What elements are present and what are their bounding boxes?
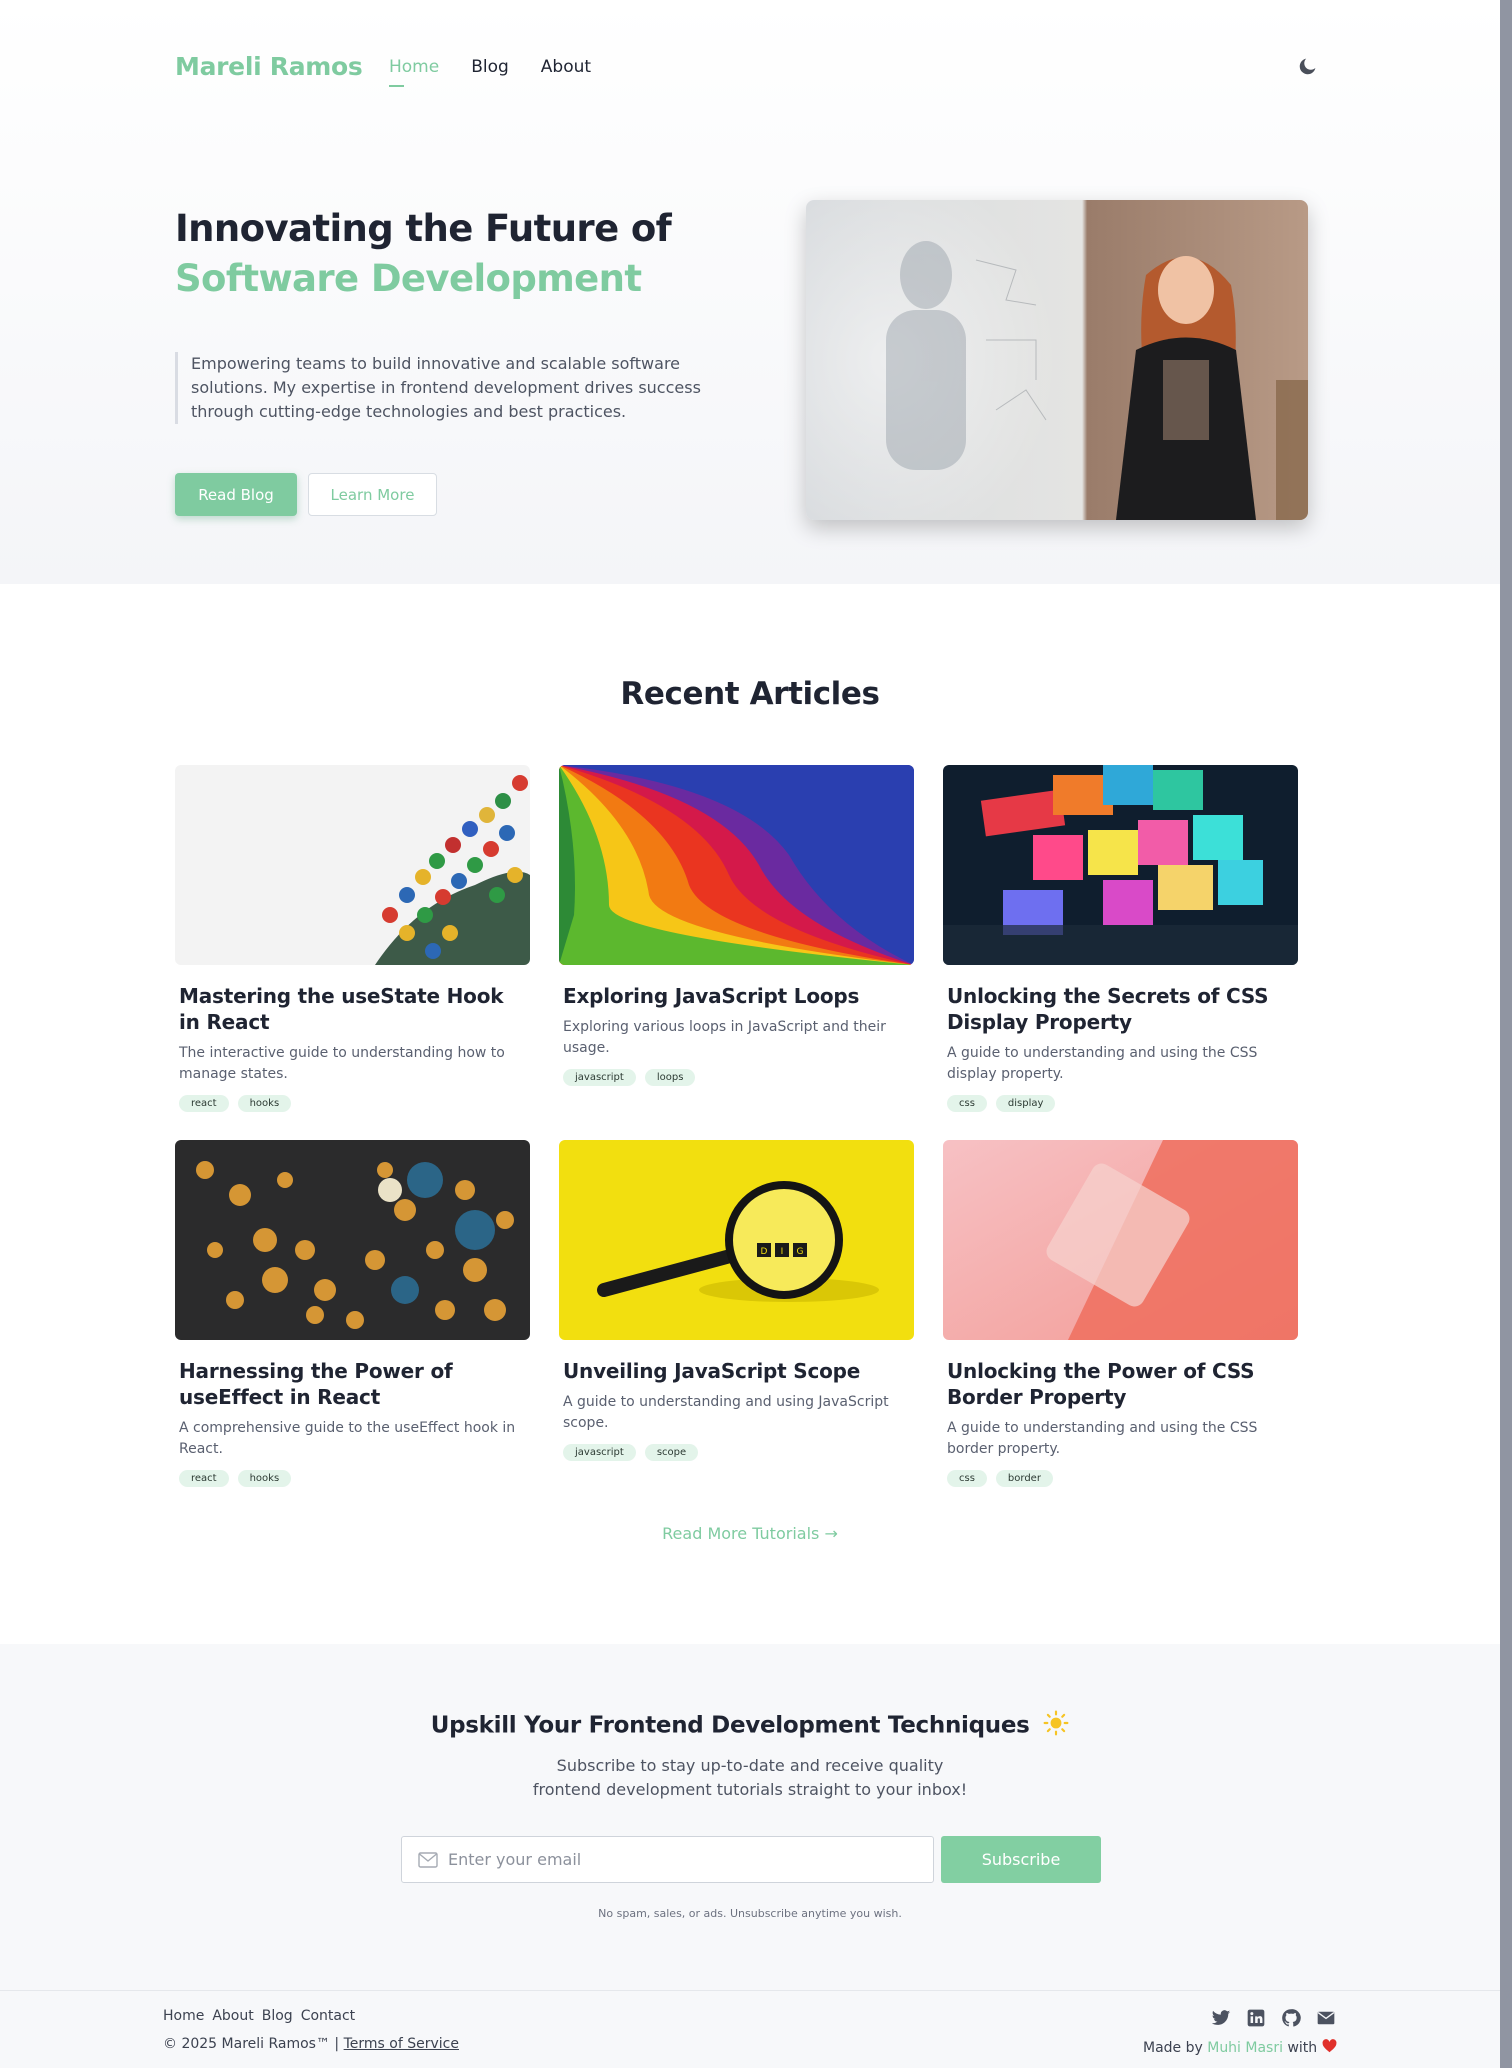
- article-tags: react hooks: [179, 1470, 526, 1487]
- article-description: The interactive guide to understanding h…: [179, 1045, 505, 1082]
- social-links: [1211, 2008, 1336, 2028]
- article-card[interactable]: Unlocking the Secrets of CSS Display Pro…: [943, 765, 1298, 1112]
- copyright-text: © 2025 Mareli Ramos™ |: [163, 2036, 340, 2052]
- email-input[interactable]: [448, 1850, 908, 1869]
- tag[interactable]: javascript: [563, 1069, 636, 1086]
- sun-icon: [1043, 1710, 1069, 1742]
- nav-about[interactable]: About: [541, 57, 591, 77]
- subscribe-button[interactable]: Subscribe: [941, 1836, 1101, 1883]
- footer-link-home[interactable]: Home: [163, 2008, 204, 2024]
- article-thumbnail-bokeh: [175, 1140, 530, 1340]
- article-title[interactable]: Exploring JavaScript Loops: [563, 983, 910, 1009]
- page: Mareli Ramos Home Blog About Innovating …: [0, 0, 1500, 2068]
- newsletter-description: Subscribe to stay up-to-date and receive…: [500, 1754, 1000, 1802]
- hero-title: Innovating the Future of Software Develo…: [175, 204, 672, 304]
- article-title[interactable]: Unveiling JavaScript Scope: [563, 1358, 910, 1384]
- linkedin-icon[interactable]: [1246, 2008, 1266, 2028]
- article-tags: javascript loops: [563, 1069, 910, 1086]
- article-card[interactable]: Exploring JavaScript Loops Exploring var…: [559, 765, 914, 1086]
- article-title[interactable]: Unlocking the Secrets of CSS Display Pro…: [947, 983, 1294, 1035]
- svg-text:I: I: [781, 1247, 784, 1257]
- site-logo[interactable]: Mareli Ramos: [175, 52, 363, 81]
- article-thumbnail-lights: [175, 765, 530, 965]
- tag[interactable]: hooks: [237, 1095, 292, 1112]
- made-by-suffix: with: [1287, 2040, 1318, 2056]
- tag[interactable]: loops: [644, 1069, 696, 1086]
- newsletter-section: Upskill Your Frontend Development Techni…: [0, 1644, 1500, 1990]
- svg-text:D: D: [761, 1247, 768, 1257]
- nav-blog[interactable]: Blog: [471, 57, 509, 77]
- article-title[interactable]: Harnessing the Power of useEffect in Rea…: [179, 1358, 526, 1410]
- footer-links: Home About Blog Contact: [163, 2008, 355, 2024]
- made-by-prefix: Made by: [1143, 2040, 1203, 2056]
- nav-home[interactable]: Home: [389, 57, 439, 87]
- main-nav: Home Blog About: [389, 57, 591, 87]
- article-description: A comprehensive guide to the useEffect h…: [179, 1420, 516, 1457]
- read-blog-button[interactable]: Read Blog: [175, 473, 297, 516]
- article-description: A guide to understanding and using the C…: [947, 1420, 1258, 1457]
- tag[interactable]: css: [947, 1470, 987, 1487]
- tag[interactable]: react: [179, 1470, 229, 1487]
- article-description: A guide to understanding and using JavaS…: [563, 1394, 889, 1431]
- heart-icon: [1322, 2039, 1337, 2057]
- made-by: Made by Muhi Masri with: [1143, 2039, 1337, 2057]
- hero-photo: [806, 200, 1308, 520]
- twitter-icon[interactable]: [1211, 2008, 1231, 2028]
- article-tags: css display: [947, 1095, 1294, 1112]
- article-description: A guide to understanding and using the C…: [947, 1045, 1258, 1082]
- tag[interactable]: border: [995, 1470, 1053, 1487]
- hero-title-accent: Software Development: [175, 257, 642, 300]
- email-field[interactable]: [401, 1836, 934, 1883]
- newsletter-title: Upskill Your Frontend Development Techni…: [0, 1710, 1500, 1742]
- svg-text:G: G: [797, 1247, 804, 1257]
- article-tags: react hooks: [179, 1095, 526, 1112]
- newsletter-note: No spam, sales, or ads. Unsubscribe anyt…: [598, 1907, 902, 1920]
- article-thumbnail-blocks: [943, 765, 1298, 965]
- scrollbar[interactable]: [1500, 0, 1512, 2068]
- article-card[interactable]: Unlocking the Power of CSS Border Proper…: [943, 1140, 1298, 1487]
- hero-description: Empowering teams to build innovative and…: [175, 352, 715, 424]
- recent-articles-heading: Recent Articles: [620, 676, 880, 712]
- copyright: © 2025 Mareli Ramos™ | Terms of Service: [163, 2036, 459, 2052]
- newsletter-description-line1: Subscribe to stay up-to-date and receive…: [556, 1756, 944, 1775]
- terms-link[interactable]: Terms of Service: [344, 2036, 459, 2052]
- footer: Home About Blog Contact © 2025 Mareli Ra…: [0, 1990, 1500, 2068]
- made-by-author-link[interactable]: Muhi Masri: [1207, 2040, 1283, 2056]
- footer-link-contact[interactable]: Contact: [301, 2008, 355, 2024]
- article-tags: css border: [947, 1470, 1294, 1487]
- article-description: Exploring various loops in JavaScript an…: [563, 1019, 886, 1056]
- tag[interactable]: css: [947, 1095, 987, 1112]
- article-card[interactable]: D I G Unveiling JavaScript Scope A guide…: [559, 1140, 914, 1461]
- learn-more-button[interactable]: Learn More: [308, 473, 437, 516]
- hero-title-line1: Innovating the Future of: [175, 207, 672, 250]
- github-icon[interactable]: [1281, 2008, 1301, 2028]
- read-more-tutorials-link[interactable]: Read More Tutorials →: [0, 1524, 1500, 1543]
- footer-link-about[interactable]: About: [212, 2008, 253, 2024]
- mail-icon[interactable]: [1316, 2008, 1336, 2028]
- article-title[interactable]: Mastering the useState Hook in React: [179, 983, 526, 1035]
- tag[interactable]: react: [179, 1095, 229, 1112]
- article-thumbnail-magnifier: D I G: [559, 1140, 914, 1340]
- mail-icon: [418, 1851, 438, 1868]
- tag[interactable]: hooks: [237, 1470, 292, 1487]
- article-tags: javascript scope: [563, 1444, 910, 1461]
- article-thumbnail-glass: [943, 1140, 1298, 1340]
- newsletter-title-text: Upskill Your Frontend Development Techni…: [430, 1712, 1030, 1739]
- article-card[interactable]: Mastering the useState Hook in React The…: [175, 765, 530, 1112]
- moon-icon[interactable]: [1297, 56, 1318, 77]
- tag[interactable]: scope: [644, 1444, 699, 1461]
- article-card[interactable]: Harnessing the Power of useEffect in Rea…: [175, 1140, 530, 1487]
- tag[interactable]: javascript: [563, 1444, 636, 1461]
- newsletter-description-line2: frontend development tutorials straight …: [532, 1780, 968, 1799]
- article-title[interactable]: Unlocking the Power of CSS Border Proper…: [947, 1358, 1294, 1410]
- article-thumbnail-rainbow: [559, 765, 914, 965]
- tag[interactable]: display: [995, 1095, 1056, 1112]
- footer-link-blog[interactable]: Blog: [262, 2008, 293, 2024]
